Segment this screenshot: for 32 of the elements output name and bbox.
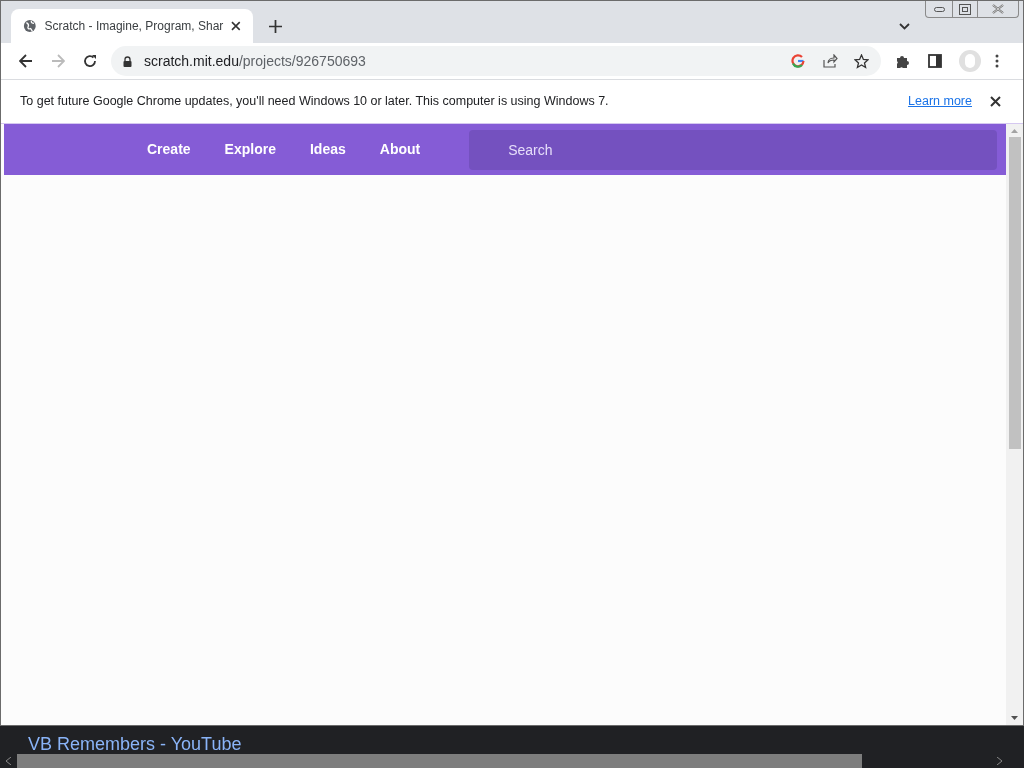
search-field[interactable]: Search [469,129,998,170]
page-title: VB Remembers - YouTube [28,734,243,754]
close-icon[interactable] [990,96,1001,107]
menu-icon[interactable] [995,54,999,68]
reload-icon[interactable] [83,54,97,68]
share-icon[interactable] [823,54,838,68]
nav-link[interactable]: Ideas [297,139,358,160]
close-icon [992,4,1004,14]
lock-icon [123,55,132,67]
scroll-left-icon[interactable] [6,757,11,765]
nav-link[interactable]: About [367,139,433,160]
nav-link[interactable]: Explore [212,139,288,160]
learn-more-link[interactable]: Learn more [908,92,972,111]
side-panel-icon[interactable] [928,54,942,68]
scroll-right-icon[interactable] [997,757,1002,765]
back-icon[interactable] [19,54,33,68]
update-message: To get future Google Chrome updates, you'll need Windows 10 or later. This computer is using Windows 7. [20,93,609,111]
browser-tab[interactable]: Scratch - Imagine, Program, Shar [11,9,253,43]
google-icon[interactable] [791,54,805,68]
chevron-down-icon[interactable] [899,23,910,30]
globe-icon [23,19,37,33]
scrollbar[interactable] [1006,124,1023,725]
scroll-down-icon[interactable] [1011,716,1018,720]
close-icon[interactable] [231,21,241,31]
star-icon[interactable] [854,53,869,69]
restore-button[interactable] [952,1,978,17]
tab-title: Scratch - Imagine, Program, Shar [44,18,224,35]
address-bar[interactable]: scratch.mit.edu/projects/926750693 [111,46,881,76]
url-text: scratch.mit.edu/projects/926750693 [144,51,366,71]
nav-link[interactable]: Create [135,139,203,160]
puzzle-icon[interactable] [895,53,910,69]
new-tab-icon[interactable] [269,20,282,33]
